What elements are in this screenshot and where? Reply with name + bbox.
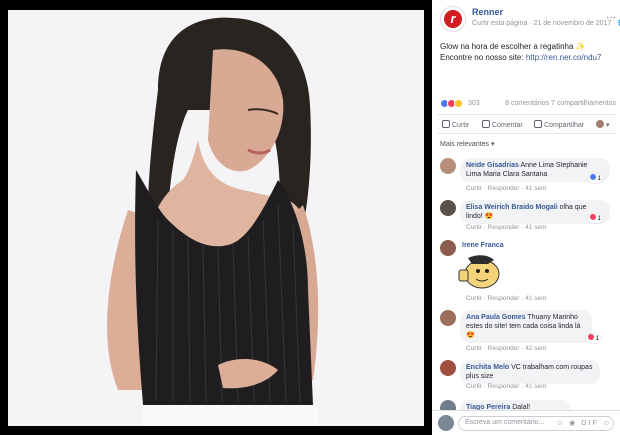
comment-icon — [482, 120, 490, 128]
comment-author[interactable]: Enchita Melo — [466, 364, 509, 371]
comment-composer: Escreva um comentário... ☺ ◉ GIF ☺ — [432, 410, 620, 435]
post-header: r Renner Curtir esta página · 21 de nove… — [440, 6, 620, 34]
reaction-as-page-button[interactable]: ▾ — [596, 120, 610, 129]
comment-reaction-badge[interactable]: 1 — [588, 214, 604, 223]
comment-item: Elisa Weirich Braido Mogali olha que lin… — [440, 200, 618, 236]
product-photo[interactable] — [8, 10, 424, 426]
avatar[interactable] — [440, 158, 456, 174]
thumbs-up-icon — [442, 120, 450, 128]
comment-label: Comentar — [492, 122, 523, 129]
comment-meta[interactable]: Curtir · Responder · 41 sem — [466, 295, 547, 302]
share-label: Compartilhar — [544, 122, 585, 129]
comment-item: Ana Paula Gomes Thuany Marinho estes do … — [440, 310, 618, 354]
page-avatar[interactable]: r — [440, 6, 466, 32]
reaction-count[interactable]: 303 — [468, 100, 480, 107]
action-bar: Curtir Comentar Compartilhar ▾ — [438, 114, 616, 134]
renner-logo-icon: r — [444, 10, 462, 28]
comment-reaction-badge[interactable]: 1 — [586, 334, 602, 343]
comment-meta[interactable]: Curtir · Responder · 41 sem — [466, 224, 547, 231]
comment-button[interactable]: Comentar — [482, 120, 523, 129]
avatar[interactable] — [440, 360, 456, 376]
like-button[interactable]: Curtir — [442, 120, 469, 129]
thumbs-up-sticker-icon — [458, 255, 500, 289]
composer-icons[interactable]: ☺ ◉ GIF ☺ — [556, 419, 612, 427]
comment-author[interactable]: Neide Gisadrias — [466, 162, 519, 169]
avatar — [438, 415, 454, 431]
comment-item: Irene Franca Curtir · Responder · 41 sem — [440, 240, 618, 304]
like-reaction-icon — [590, 174, 596, 180]
comment-author[interactable]: Irene Franca — [462, 242, 504, 249]
post-text: Glow na hora de escolher a regatinha ✨ E… — [440, 41, 614, 63]
comment-reaction-count: 1 — [597, 216, 602, 222]
comments-shares-count[interactable]: 8 comentários 7 compartilhamentos — [505, 100, 616, 107]
share-icon — [534, 120, 542, 128]
post-meta-text: Curtir esta página · 21 de novembro de 2… — [472, 20, 618, 27]
comment-meta[interactable]: Curtir · Responder · 42 sem — [466, 345, 547, 352]
love-reaction-icon — [590, 214, 596, 220]
comment-item: Neide Gisadrias Anne Lima Stephanie Lima… — [440, 158, 618, 198]
comment-reaction-count: 1 — [597, 176, 602, 182]
photo-viewer — [0, 0, 432, 435]
page-name[interactable]: Renner — [472, 7, 503, 17]
comment-meta[interactable]: Curtir · Responder · 41 sem — [466, 383, 547, 390]
model-tank-top-image — [8, 10, 424, 426]
comment-meta[interactable]: Curtir · Responder · 41 sem — [466, 185, 547, 192]
comment-item: Enchita Melo VC trabalham com roupas plu… — [440, 360, 618, 394]
comment-bubble: Enchita Melo VC trabalham com roupas plu… — [460, 360, 600, 384]
comment-input-placeholder: Escreva um comentário... — [465, 419, 545, 426]
post-sidebar: r Renner Curtir esta página · 21 de nove… — [432, 0, 620, 435]
love-reaction-icon — [588, 334, 594, 340]
more-options-icon[interactable]: ··· — [606, 12, 616, 23]
comment-author[interactable]: Ana Paula Gomes — [466, 314, 526, 321]
comment-author[interactable]: Elisa Weirich Braido Mogali — [466, 204, 558, 211]
post-link[interactable]: http://ren.ner.co/ndu7 — [526, 53, 602, 62]
reactions-summary: 303 8 comentários 7 compartilhamentos — [440, 98, 616, 110]
share-button[interactable]: Compartilhar — [534, 120, 584, 129]
comment-reaction-badge[interactable]: 1 — [588, 174, 604, 183]
post-meta: Curtir esta página · 21 de novembro de 2… — [472, 19, 620, 27]
wow-reaction-icon — [454, 99, 463, 108]
avatar[interactable] — [440, 200, 456, 216]
comment-sort-dropdown[interactable]: Mais relevantes ▾ — [440, 140, 494, 148]
reaction-icons[interactable] — [440, 99, 463, 110]
comment-bubble: Ana Paula Gomes Thuany Marinho estes do … — [460, 310, 592, 343]
user-avatar-icon — [596, 120, 604, 128]
comment-reaction-count: 1 — [595, 336, 600, 342]
avatar[interactable] — [440, 310, 456, 326]
like-label: Curtir — [452, 122, 470, 129]
avatar[interactable] — [440, 240, 456, 256]
